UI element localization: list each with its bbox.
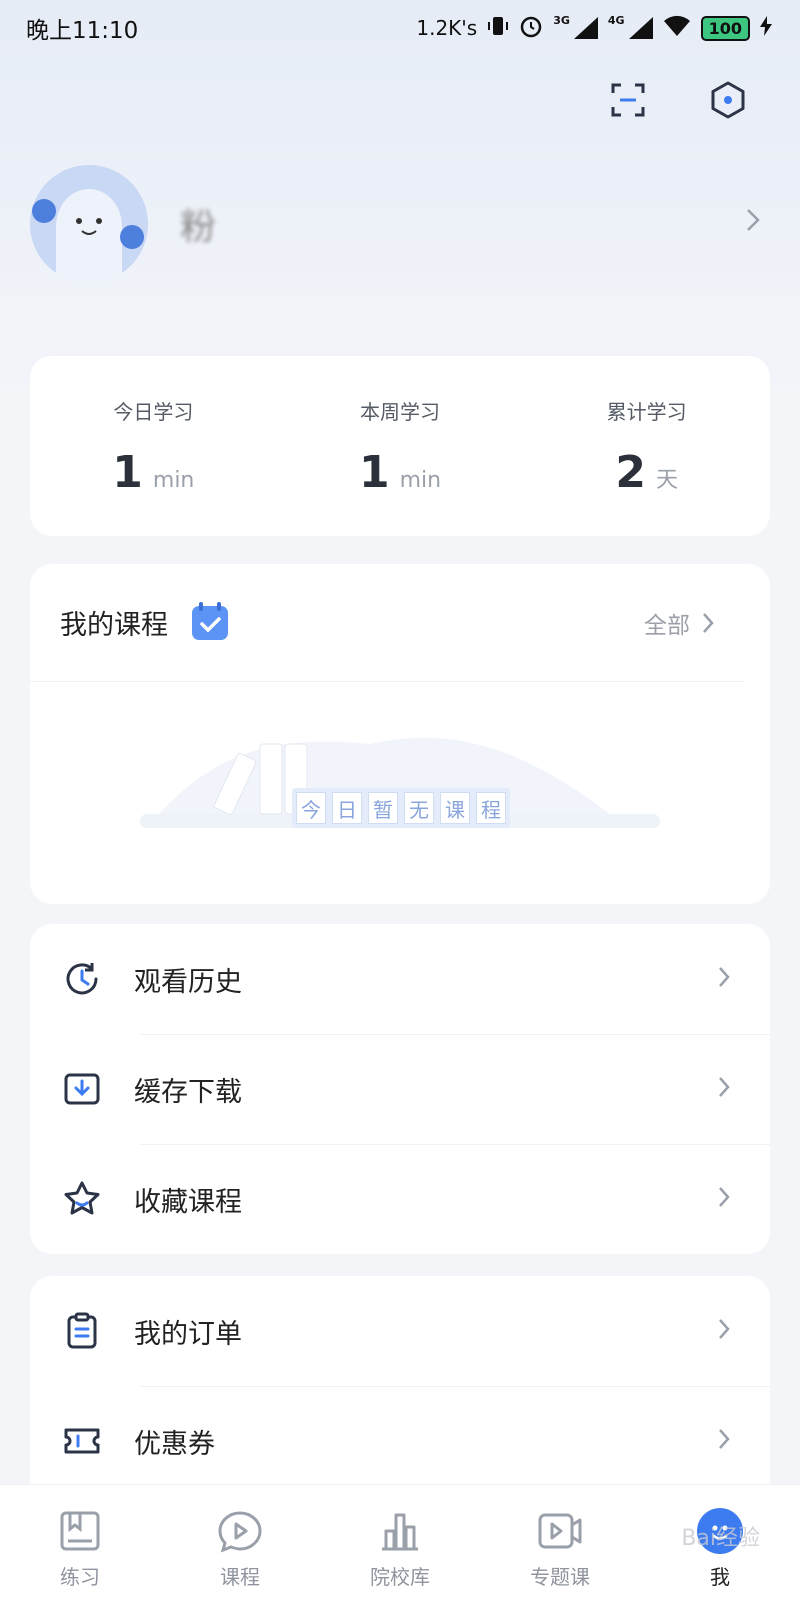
tab-label: 院校库 <box>370 1565 430 1589</box>
status-time: 晚上11:10 <box>26 18 139 44</box>
chevron-right-icon <box>718 966 730 992</box>
menu-label: 缓存下载 <box>134 1076 242 1108</box>
my-course-card: 我的课程 全部 今 日 暂 无 课 程 <box>30 564 770 904</box>
ticket-icon <box>60 1419 104 1463</box>
course-title: 我的课程 <box>60 610 168 641</box>
signal-icon-2 <box>628 17 653 39</box>
tab-label: 我 <box>710 1565 730 1589</box>
avatar[interactable] <box>30 165 148 283</box>
menu-item-favorites[interactable]: 收藏课程 <box>30 1144 770 1254</box>
chevron-right-icon <box>718 1076 730 1102</box>
topic-video-icon <box>536 1507 584 1555</box>
empty-char: 暂 <box>368 792 398 824</box>
stat-label: 今日学习 <box>113 400 194 424</box>
clipboard-icon <box>60 1309 104 1353</box>
menu-item-coupons[interactable]: 优惠券 <box>30 1386 770 1496</box>
menu-item-history[interactable]: 观看历史 <box>30 924 770 1034</box>
username: 粉 <box>180 207 217 248</box>
tab-topic[interactable]: 专题课 <box>480 1507 640 1590</box>
course-all-link[interactable]: 全部 <box>644 606 714 640</box>
stat-label: 本周学习 <box>360 400 440 424</box>
history-icon <box>60 957 104 1001</box>
download-icon <box>60 1067 104 1111</box>
menu-card-orders: 我的订单 优惠券 <box>30 1276 770 1496</box>
watermark: Bai经验 <box>681 1526 760 1551</box>
course-header: 我的课程 全部 <box>30 564 744 682</box>
menu-label: 观看历史 <box>134 966 242 998</box>
study-stats-card: 今日学习 1 min 本周学习 1 min 累计学习 2 天 <box>30 356 770 536</box>
tab-label: 课程 <box>220 1565 260 1589</box>
menu-label: 收藏课程 <box>134 1186 242 1218</box>
top-actions <box>606 78 750 122</box>
chevron-right-icon <box>718 1186 730 1212</box>
chevron-right-icon <box>718 1318 730 1344</box>
menu-card-learning: 观看历史 缓存下载 收藏课程 <box>30 924 770 1254</box>
stat-value: 1 <box>358 447 390 498</box>
bottom-tab-bar: 练习 课程 院校库 专题课 我 <box>0 1484 800 1600</box>
tab-college[interactable]: 院校库 <box>320 1507 480 1590</box>
empty-char: 课 <box>440 792 470 824</box>
signal-type-1: 3G <box>553 13 570 27</box>
scan-icon[interactable] <box>606 78 650 122</box>
net-speed: 1.2K's <box>416 16 478 40</box>
practice-icon <box>56 1507 104 1555</box>
tab-practice[interactable]: 练习 <box>0 1507 160 1590</box>
tab-label: 专题课 <box>530 1565 590 1589</box>
empty-char: 今 <box>296 792 326 824</box>
status-indicators: 1.2K's 3G 4G 100 <box>416 14 772 43</box>
menu-label: 优惠券 <box>134 1428 215 1460</box>
battery-indicator: 100 <box>700 15 750 41</box>
stat-week: 本周学习 1 min <box>277 356 524 536</box>
stat-today: 今日学习 1 min <box>30 356 277 536</box>
signal-icon <box>573 17 598 39</box>
stat-unit: min <box>152 468 195 493</box>
empty-char: 无 <box>404 792 434 824</box>
calendar-check-icon <box>190 600 230 646</box>
empty-course-text: 今 日 暂 无 课 程 <box>292 788 510 828</box>
stat-label: 累计学习 <box>606 400 687 424</box>
stat-value: 1 <box>112 447 143 498</box>
status-bar: 晚上11:10 1.2K's 3G 4G 100 <box>0 0 800 56</box>
empty-char: 程 <box>476 792 506 824</box>
menu-item-download[interactable]: 缓存下载 <box>30 1034 770 1144</box>
empty-char: 日 <box>332 792 362 824</box>
stat-value: 2 <box>615 447 646 498</box>
wifi-icon <box>663 15 691 42</box>
menu-item-orders[interactable]: 我的订单 <box>30 1276 770 1386</box>
tab-label: 练习 <box>60 1565 100 1589</box>
signal-type-2: 4G <box>607 13 625 27</box>
menu-label: 我的订单 <box>134 1318 242 1350</box>
course-icon <box>216 1507 264 1555</box>
course-all-label[interactable]: 全部 <box>644 606 690 640</box>
college-icon <box>376 1507 424 1555</box>
settings-icon[interactable] <box>706 78 750 122</box>
chevron-right-icon <box>703 612 714 633</box>
star-icon <box>60 1177 104 1221</box>
vibrate-icon <box>487 15 509 42</box>
stat-unit: min <box>399 468 442 493</box>
stat-unit: 天 <box>655 468 678 493</box>
chevron-right-icon <box>718 1428 730 1454</box>
tab-course[interactable]: 课程 <box>160 1507 320 1590</box>
profile-header[interactable]: 粉 <box>30 164 760 284</box>
chevron-right-icon[interactable] <box>746 208 760 236</box>
stat-total: 累计学习 2 天 <box>523 356 770 536</box>
charging-icon <box>760 15 772 41</box>
alarm-icon <box>519 14 543 43</box>
